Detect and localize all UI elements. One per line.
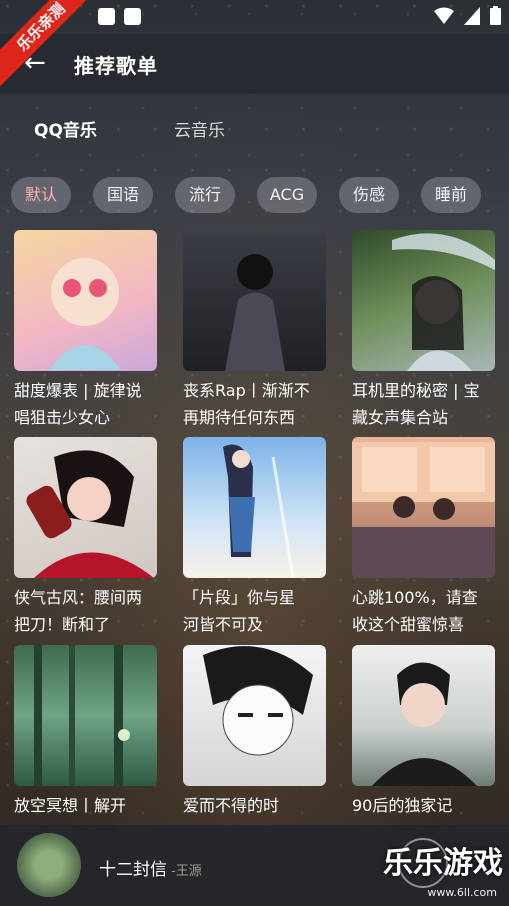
man-glasses-cover-icon <box>352 645 495 786</box>
hooded-figure-cover-icon <box>183 230 326 371</box>
chip-mandarin[interactable]: 国语 <box>93 177 153 213</box>
playlist-title: 甜度爆表 | 旋律说 唱狙击少女心 <box>14 381 142 427</box>
tab-cloud-music[interactable]: 云音乐 <box>174 116 225 141</box>
chip-default[interactable]: 默认 <box>11 177 71 213</box>
manga-boy-cover-icon <box>183 645 326 786</box>
train-couple-cover-icon <box>352 437 495 578</box>
artist-name: -王源 <box>171 864 202 879</box>
playlist-title: 「片段」你与星 河皆不可及 <box>183 588 296 634</box>
page-title: 推荐歌单 <box>74 54 158 78</box>
chip-acg[interactable]: ACG <box>257 177 317 213</box>
umbrella-girl-cover-icon <box>352 230 495 371</box>
notification-a-icon <box>98 8 115 25</box>
watermark-url: www.6ll.com <box>427 886 497 899</box>
playlist-title: 心跳100%，请查 收这个甜蜜惊喜 <box>352 588 478 634</box>
watermark-logo: 乐乐游戏 <box>383 846 503 881</box>
playlist-title: 耳机里的秘密 | 宝 藏女声集合站 <box>352 381 480 427</box>
playlist-title: 放空冥想丨解开 <box>14 796 127 815</box>
tab-qq-music[interactable]: QQ音乐 <box>34 116 97 141</box>
forest-cover-icon <box>14 645 157 786</box>
header: ← 推荐歌单 <box>0 34 509 94</box>
playlist-title: 丧系Rap丨渐渐不 再期待任何东西 <box>183 381 310 427</box>
anime-girl-sky-cover-icon <box>183 437 326 578</box>
notification-square-icon <box>124 8 141 25</box>
chip-pop[interactable]: 流行 <box>175 177 235 213</box>
signal-icon <box>464 6 480 25</box>
wifi-icon <box>434 7 454 24</box>
chip-sleep[interactable]: 睡前 <box>421 177 481 213</box>
playlist-title: 爱而不得的时 <box>183 796 280 815</box>
playlist-title: 侠气古风：腰间两 把刀！断和了 <box>14 588 143 634</box>
playlist-title: 90后的独家记 <box>352 796 453 815</box>
song-title: 十二封信 <box>99 860 167 880</box>
red-dress-woman-cover-icon <box>14 437 157 578</box>
sailor-moon-cover-icon <box>14 230 157 371</box>
battery-icon <box>490 6 501 25</box>
now-playing: 十二封信 -王源 <box>99 855 202 880</box>
chip-sad[interactable]: 伤感 <box>339 177 399 213</box>
album-art[interactable] <box>17 833 81 897</box>
category-chips: 默认 国语 流行 ACG 伤感 睡前 <box>0 177 509 213</box>
source-tabs: QQ音乐 云音乐 <box>0 116 509 142</box>
